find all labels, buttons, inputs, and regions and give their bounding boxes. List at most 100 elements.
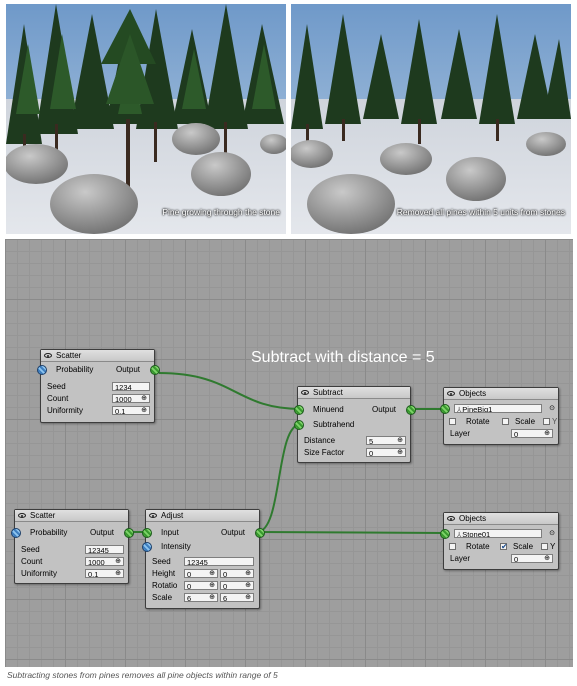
input-label: Input — [161, 528, 179, 537]
subtract-node[interactable]: Subtract Minuend Output Subtrahend Dista… — [294, 386, 416, 463]
drag-handle-icon[interactable]: ⊕ — [544, 555, 550, 562]
size-factor-label: Size Factor — [304, 448, 345, 457]
subtrahend-label: Subtrahend — [313, 420, 355, 429]
input-port[interactable] — [142, 528, 152, 538]
scene-image-before: Pine growing through the stone — [6, 4, 286, 234]
output-label: Output — [220, 528, 245, 537]
rotate-checkbox[interactable] — [449, 543, 456, 550]
probability-input-port[interactable] — [37, 365, 47, 375]
eye-icon[interactable] — [44, 353, 52, 358]
object-picker-icon[interactable]: ⊙ — [549, 403, 555, 415]
node-header[interactable]: Objects — [444, 388, 558, 400]
eye-icon[interactable] — [301, 390, 309, 395]
scale-min-field[interactable]: 6 ⊕ — [184, 593, 218, 602]
size-factor-value: 0 — [369, 449, 374, 457]
rotation-max-field[interactable]: 0 ⊕ — [220, 581, 254, 590]
wire-adjust-to-objects2 — [256, 531, 446, 534]
seed-field[interactable]: 12345 — [184, 557, 254, 566]
layer-field[interactable]: 0 ⊕ — [511, 554, 553, 563]
rotate-checkbox[interactable] — [449, 418, 456, 425]
eye-icon[interactable] — [447, 391, 455, 396]
layer-field[interactable]: 0 ⊕ — [511, 429, 553, 438]
input-port[interactable] — [440, 529, 450, 539]
drag-handle-icon[interactable]: ⊕ — [245, 570, 251, 577]
output-port[interactable] — [406, 405, 416, 415]
objects-node-2[interactable]: Objects ⅄Stone01 ⊙ Rotate Scale Y Layer … — [440, 512, 559, 570]
drag-handle-icon[interactable]: ⊕ — [544, 430, 550, 437]
scale-label: Scale — [515, 417, 536, 426]
image-caption-after: Removed all pines within 5 units from st… — [396, 207, 565, 217]
object-name: PineBig1 — [462, 405, 493, 413]
object-field[interactable]: ⅄PineBig1 — [454, 404, 542, 413]
drag-handle-icon[interactable]: ⊕ — [141, 407, 147, 414]
output-port[interactable] — [255, 528, 265, 538]
drag-handle-icon[interactable]: ⊕ — [245, 582, 251, 589]
output-port[interactable] — [150, 365, 160, 375]
intensity-label: Intensity — [161, 542, 191, 551]
layer-value: 0 — [514, 430, 519, 438]
node-header[interactable]: Subtract — [298, 387, 410, 399]
minuend-input-port[interactable] — [294, 405, 304, 415]
probability-label: Probability — [30, 528, 68, 537]
input-port[interactable] — [440, 404, 450, 414]
distance-field[interactable]: 5 ⊕ — [366, 436, 406, 445]
output-label: Output — [89, 528, 114, 537]
seed-field[interactable]: 1234 — [112, 382, 150, 391]
object-picker-icon[interactable]: ⊙ — [549, 528, 555, 540]
height-min-field[interactable]: 0 ⊕ — [184, 569, 218, 578]
scale-checkbox[interactable] — [500, 541, 508, 553]
node-header[interactable]: Adjust — [146, 510, 259, 522]
subtrahend-input-port[interactable] — [294, 420, 304, 430]
node-title: Adjust — [161, 511, 184, 520]
scale-label: Scale — [152, 593, 173, 602]
node-header[interactable]: Objects — [444, 513, 558, 525]
uniformity-label: Uniformity — [21, 569, 58, 578]
prefab-icon: ⅄ — [457, 407, 462, 413]
y-checkbox[interactable] — [543, 418, 550, 425]
output-label: Output — [371, 405, 396, 414]
wire-scatter1-to-minuend — [158, 372, 302, 410]
drag-handle-icon[interactable]: ⊕ — [397, 437, 403, 444]
count-field[interactable]: 1000 ⊕ — [85, 557, 124, 566]
drag-handle-icon[interactable]: ⊕ — [141, 395, 147, 402]
drag-handle-icon[interactable]: ⊕ — [245, 594, 251, 601]
scale-checkbox[interactable] — [502, 418, 509, 425]
node-title: Objects — [459, 389, 487, 398]
node-title: Objects — [459, 514, 487, 523]
objects-node-1[interactable]: Objects ⅄PineBig1 ⊙ Rotate Scale Y Layer… — [440, 387, 559, 445]
drag-handle-icon[interactable]: ⊕ — [115, 558, 121, 565]
eye-icon[interactable] — [18, 513, 26, 518]
scatter-node-1[interactable]: Scatter Probability Output Seed 1234 Cou… — [37, 349, 160, 423]
node-graph-canvas[interactable]: Subtract with distance = 5 Scatter Proba… — [5, 239, 573, 667]
seed-field[interactable]: 12345 — [85, 545, 124, 554]
output-port[interactable] — [124, 528, 134, 538]
count-field[interactable]: 1000 ⊕ — [112, 394, 150, 403]
height-max-field[interactable]: 0 ⊕ — [220, 569, 254, 578]
adjust-node[interactable]: Adjust Input Output Intensity Seed 12345… — [142, 509, 265, 609]
node-header[interactable]: Scatter — [41, 350, 154, 362]
node-title: Scatter — [30, 511, 56, 520]
scale-max-field[interactable]: 6 ⊕ — [220, 593, 254, 602]
count-label: Count — [21, 557, 43, 566]
object-field[interactable]: ⅄Stone01 — [454, 529, 542, 538]
node-header[interactable]: Scatter — [15, 510, 128, 522]
drag-handle-icon[interactable]: ⊕ — [397, 449, 403, 456]
eye-icon[interactable] — [149, 513, 157, 518]
drag-handle-icon[interactable]: ⊕ — [209, 594, 215, 601]
size-factor-field[interactable]: 0 ⊕ — [366, 448, 406, 457]
uniformity-label: Uniformity — [47, 406, 84, 415]
y-checkbox[interactable] — [541, 543, 548, 550]
figure-caption: Subtracting stones from pines removes al… — [7, 670, 278, 680]
scatter-node-2[interactable]: Scatter Probability Output Seed 12345 Co… — [11, 509, 134, 584]
uniformity-field[interactable]: 0.1 ⊕ — [112, 406, 150, 415]
eye-icon[interactable] — [447, 516, 455, 521]
rotation-min-field[interactable]: 0 ⊕ — [184, 581, 218, 590]
drag-handle-icon[interactable]: ⊕ — [209, 582, 215, 589]
uniformity-value: 0.1 — [88, 570, 99, 578]
probability-label: Probability — [56, 365, 94, 374]
intensity-input-port[interactable] — [142, 542, 152, 552]
probability-input-port[interactable] — [11, 528, 21, 538]
drag-handle-icon[interactable]: ⊕ — [209, 570, 215, 577]
uniformity-field[interactable]: 0.1 ⊕ — [85, 569, 124, 578]
drag-handle-icon[interactable]: ⊕ — [115, 570, 121, 577]
